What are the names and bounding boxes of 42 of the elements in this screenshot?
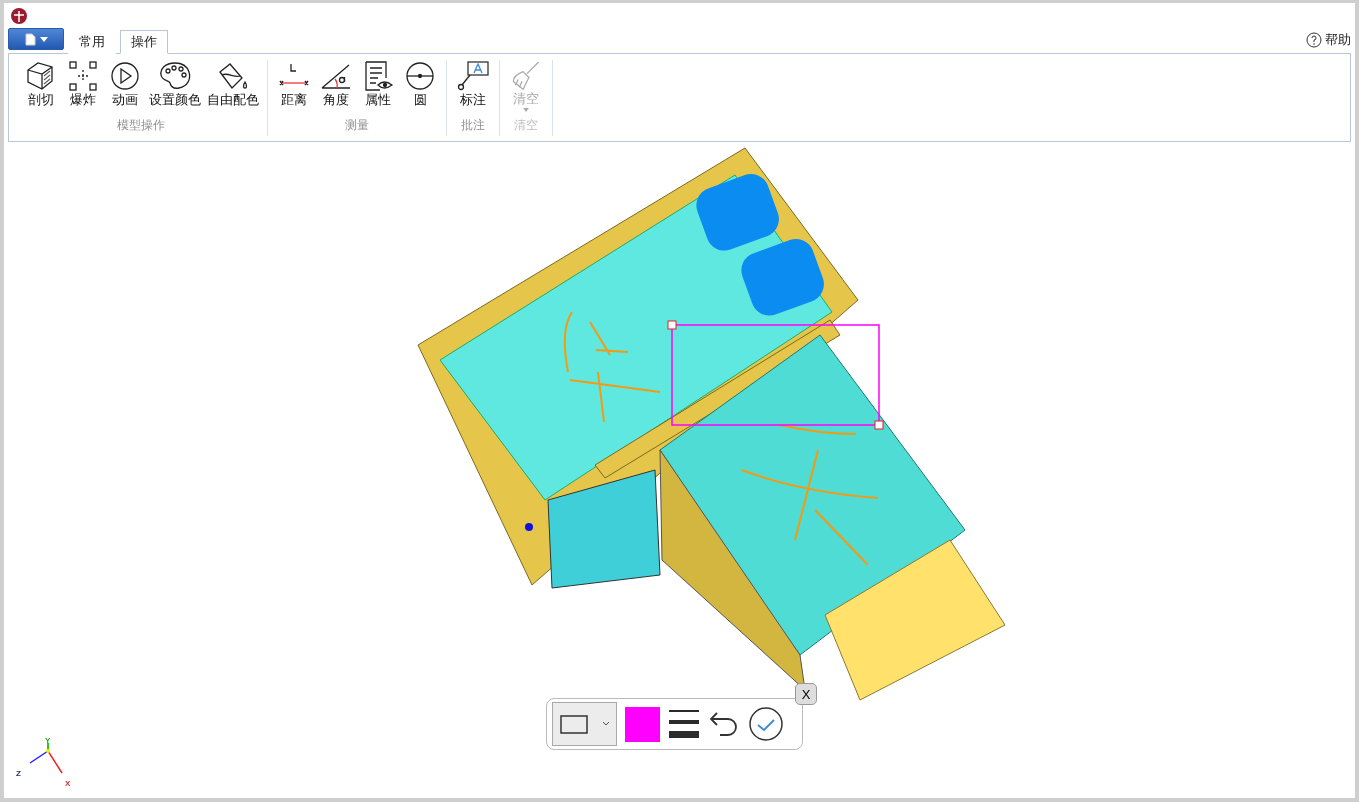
circle-icon	[403, 60, 437, 92]
ribbon-button[interactable]: 角度	[316, 60, 356, 112]
rectangle-icon	[559, 713, 590, 735]
resize-handle[interactable]	[874, 420, 884, 430]
color-swatch[interactable]	[625, 706, 660, 742]
palette-icon	[158, 60, 192, 92]
ribbon-button[interactable]: 标注	[453, 60, 493, 112]
axis-label: Y	[45, 736, 51, 745]
ribbon-button[interactable]: 设置颜色	[147, 60, 203, 112]
axis-label: Z	[16, 769, 21, 778]
axis-triad-drawing	[29, 742, 63, 774]
ribbon-tab[interactable]: 操作	[120, 30, 168, 54]
group-label: 模型操作	[117, 117, 165, 134]
resize-handle[interactable]	[667, 320, 677, 330]
group-label: 批注	[461, 117, 485, 134]
chevron-icon	[601, 721, 610, 727]
ribbon-button[interactable]: 自由配色	[205, 60, 261, 112]
confirm-check-icon[interactable]	[748, 706, 784, 742]
close-button[interactable]: X	[795, 683, 817, 705]
ribbon-button[interactable]: 属性	[358, 60, 398, 112]
help-icon	[1306, 32, 1322, 48]
file-menu-button[interactable]	[8, 28, 64, 50]
ribbon-button[interactable]: 距离	[274, 60, 314, 112]
rectangle-tool-dropdown[interactable]	[552, 702, 617, 746]
explode-icon	[66, 60, 100, 92]
group-label: 清空	[514, 117, 538, 134]
ribbon-button[interactable]: 圆	[400, 60, 440, 112]
ribbon-button[interactable]: 爆炸	[63, 60, 103, 112]
annotation-icon	[456, 60, 490, 92]
help-label: 帮助	[1325, 31, 1351, 49]
document-icon	[24, 32, 36, 46]
axis-label: X	[65, 779, 71, 788]
group-label: 测量	[345, 117, 369, 134]
caret-icon	[39, 36, 48, 42]
play-icon	[108, 60, 142, 92]
ribbon-button[interactable]: 剖切	[21, 60, 61, 112]
help-link[interactable]: 帮助	[1306, 31, 1351, 49]
ink-stroke	[589, 321, 629, 356]
ribbon-button[interactable]: 动画	[105, 60, 145, 112]
line-width-icon[interactable]	[668, 708, 700, 740]
app-logo-icon	[10, 6, 28, 25]
selection-rectangle[interactable]	[671, 324, 880, 426]
